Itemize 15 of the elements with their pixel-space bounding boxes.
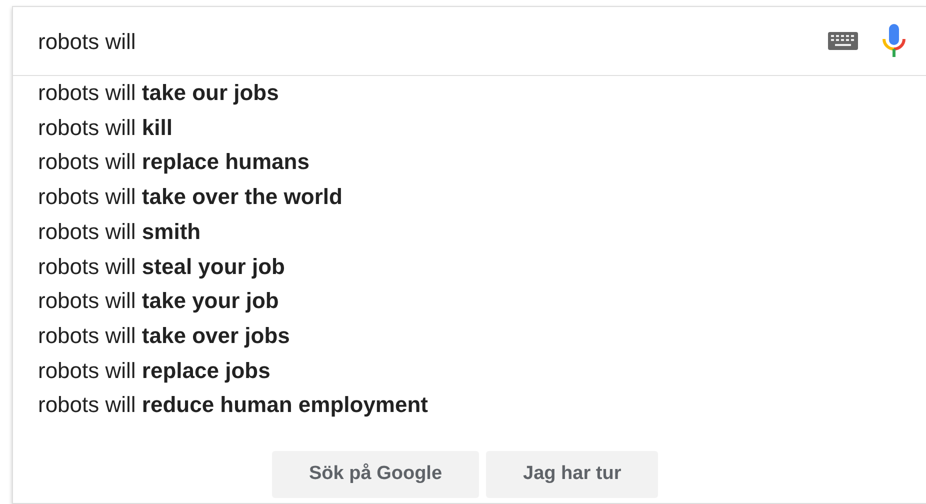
suggestion-item[interactable]: robots will replace jobs — [13, 354, 926, 388]
suggestion-item[interactable]: robots will steal your job — [13, 250, 926, 284]
suggestion-item[interactable]: robots will take our jobs — [13, 76, 926, 111]
microphone-icon[interactable] — [882, 24, 906, 58]
search-field[interactable]: robots will — [38, 24, 828, 58]
suggestion-item[interactable]: robots will smith — [13, 214, 926, 250]
search-button[interactable]: Jag har tur — [486, 451, 658, 498]
search-button[interactable]: Sök på Google — [272, 451, 480, 498]
suggestion-item[interactable]: robots will take your job — [13, 284, 926, 319]
keyboard-icon[interactable] — [828, 32, 858, 50]
suggestion-item[interactable]: robots will replace humans — [13, 145, 926, 180]
suggestion-item[interactable]: robots will reduce human employment — [13, 388, 926, 424]
suggestion-item[interactable]: robots will take over the world — [13, 180, 926, 215]
suggestion-item[interactable]: robots will kill — [13, 110, 926, 146]
suggestion-item[interactable]: robots will take over jobs — [13, 318, 926, 354]
